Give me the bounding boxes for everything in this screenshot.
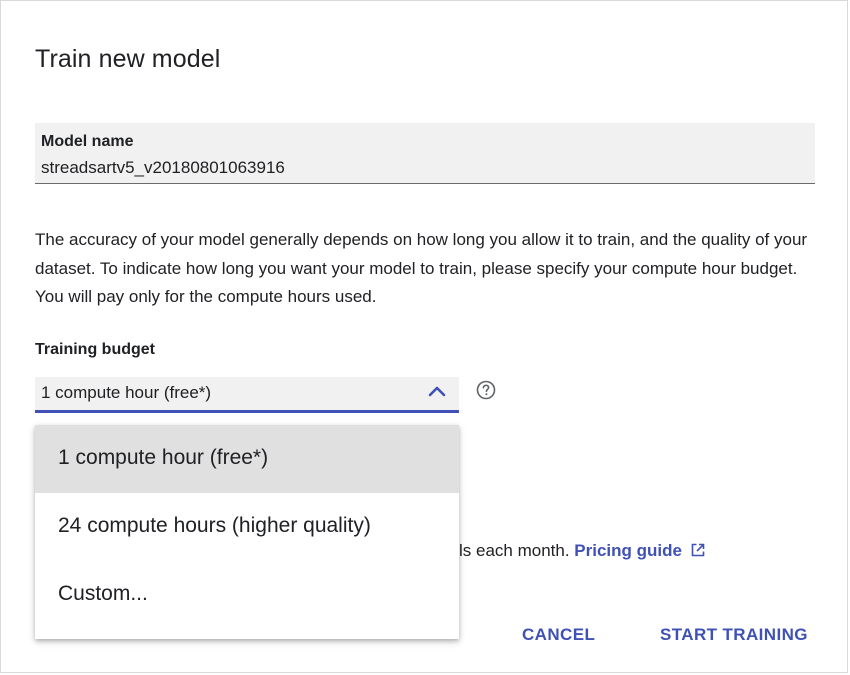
start-training-button[interactable]: START TRAINING [660,625,808,645]
dialog-title: Train new model [35,45,221,73]
budget-option-label: 1 compute hour (free*) [58,446,269,469]
chevron-up-icon [428,386,446,397]
budget-option-label: 24 compute hours (higher quality) [58,514,371,537]
training-description: The accuracy of your model generally dep… [35,230,808,306]
budget-option-label: Custom... [58,582,148,605]
train-model-dialog: Train new model Model name The accuracy … [0,0,848,673]
cancel-button[interactable]: CANCEL [522,625,595,645]
budget-option-24-hours[interactable]: 24 compute hours (higher quality) [35,493,459,561]
budget-option-1-hour[interactable]: 1 compute hour (free*) [35,425,459,493]
model-name-field[interactable]: Model name [35,123,815,184]
budget-option-custom[interactable]: Custom... [35,561,459,629]
training-budget-label: Training budget [35,341,155,358]
help-circle-icon[interactable] [476,380,496,400]
pricing-guide-link[interactable]: Pricing guide [574,541,682,560]
pricing-footnote-text: ls each month. [459,541,570,560]
pricing-footnote: ls each month. Pricing guide [459,541,706,561]
model-name-label: Model name [41,133,134,150]
open-in-new-icon[interactable] [690,542,706,558]
training-budget-select[interactable]: 1 compute hour (free*) [35,377,459,413]
training-budget-selected-value: 1 compute hour (free*) [41,383,212,402]
training-budget-dropdown: 1 compute hour (free*) 24 compute hours … [35,425,459,639]
model-name-input[interactable] [41,158,801,178]
